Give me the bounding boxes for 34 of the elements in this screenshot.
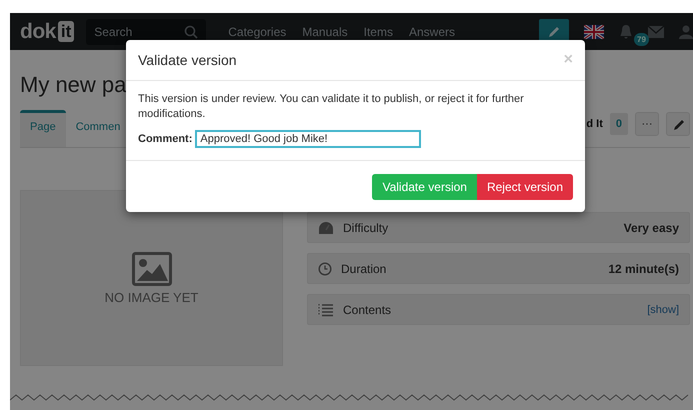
list-icon [318, 302, 334, 316]
dialog-message: This version is under review. You can validate it to publish, or reject it for further modifications. [138, 92, 525, 122]
comment-label: Comment: [138, 133, 192, 145]
logo-badge: it [58, 21, 74, 42]
nav-link[interactable]: Manuals [302, 24, 348, 38]
image-icon [132, 252, 172, 286]
tab[interactable]: Page [20, 110, 66, 147]
did-it-count[interactable]: 0 [610, 113, 628, 135]
property-label: Difficulty [343, 220, 388, 234]
gauge-icon [318, 220, 334, 234]
notification-badge: 79 [634, 32, 649, 46]
reject-button[interactable]: Reject version [476, 174, 573, 200]
property-label: Duration [341, 262, 386, 276]
nav-link[interactable]: Categories [228, 24, 286, 38]
nav-link[interactable]: Answers [408, 24, 455, 38]
flag-icon[interactable] [584, 24, 604, 38]
comment-field[interactable]: Approved! Good job Mike! [195, 130, 422, 148]
dialog-title: Validate version [138, 52, 237, 68]
validate-button[interactable]: Validate version [372, 174, 477, 200]
logo-text: dok [20, 20, 56, 44]
did-it-label: d It [586, 118, 603, 130]
search-icon [184, 24, 198, 38]
property-value: Very easy [624, 220, 679, 234]
property-label: Contents [343, 302, 392, 316]
show-link[interactable]: [show] [647, 304, 679, 316]
placeholder-text: NO IMAGE YET [104, 290, 198, 304]
pencil-icon [671, 117, 685, 131]
property-value: 12 minute(s) [608, 262, 679, 276]
tab[interactable]: Commen [66, 110, 130, 147]
page-title: My new pa [20, 72, 126, 98]
nav-link[interactable]: Items [364, 24, 393, 38]
more-button[interactable]: ··· [635, 112, 659, 136]
clock-icon [318, 262, 332, 276]
close-button[interactable]: × [564, 51, 573, 69]
